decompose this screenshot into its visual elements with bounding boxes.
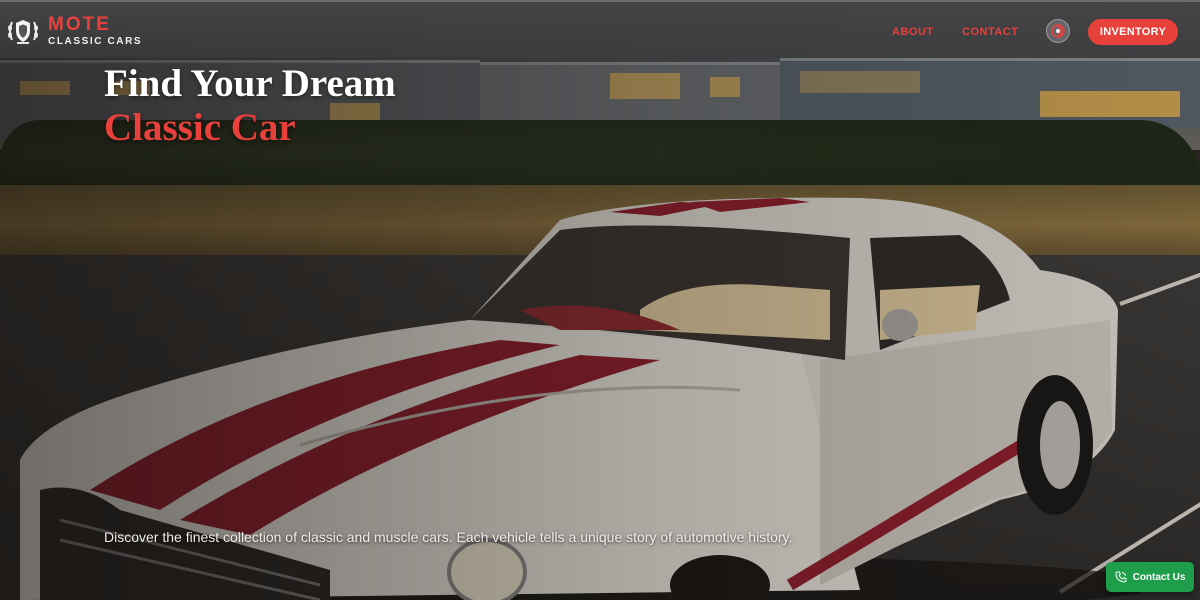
- inventory-button[interactable]: INVENTORY: [1088, 19, 1178, 45]
- brand-logo[interactable]: MOTE CLASSIC CARS: [6, 14, 142, 48]
- phone-icon: [1115, 571, 1127, 583]
- site-header: MOTE CLASSIC CARS ABOUT CONTACT INVENTOR…: [0, 0, 1200, 58]
- contact-us-label: Contact Us: [1132, 571, 1186, 583]
- hero-title-line1: Find Your Dream: [104, 62, 396, 105]
- nav-contact-link[interactable]: CONTACT: [962, 26, 1018, 38]
- laurel-shield-icon: [8, 20, 38, 44]
- brand-text: MOTE CLASSIC CARS: [48, 15, 142, 47]
- contact-us-button[interactable]: Contact Us: [1106, 562, 1194, 592]
- hero-description: Discover the finest collection of classi…: [104, 529, 793, 545]
- theme-toggle-icon: [1051, 24, 1065, 38]
- brand-subtitle: CLASSIC CARS: [48, 36, 143, 47]
- hero-title-line2: Classic Car: [104, 106, 296, 149]
- hero-title: Find Your Dream Classic Car: [104, 62, 396, 150]
- brand-name: MOTE: [48, 14, 111, 35]
- theme-toggle-button[interactable]: [1046, 19, 1070, 43]
- nav-about-link[interactable]: ABOUT: [892, 26, 934, 38]
